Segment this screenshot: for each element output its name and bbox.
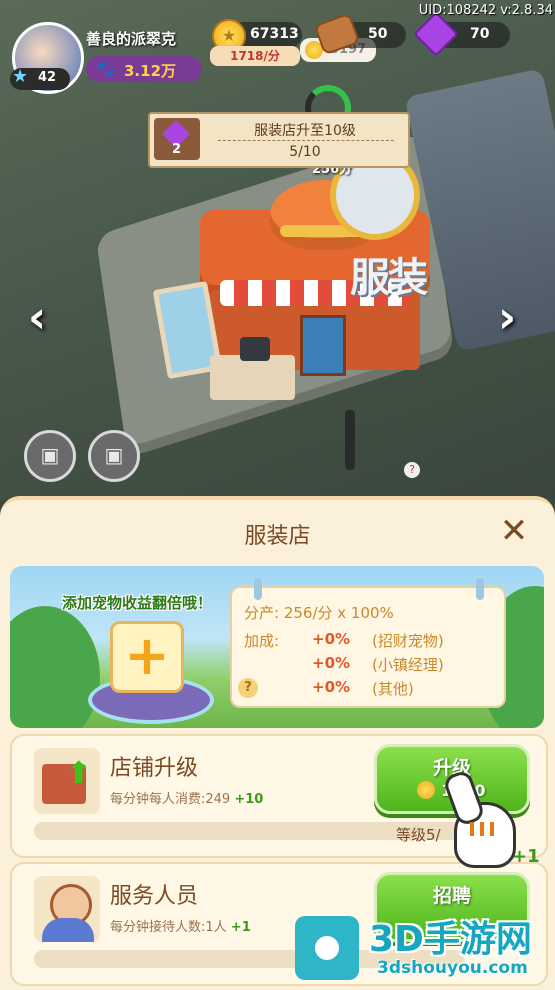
tutorial-hand-pointer — [441, 768, 518, 872]
output-info-card: 分产: 256/分 x 100% 加成: +0% (招财宠物) +0% (小镇经… — [230, 578, 506, 708]
staff-desc-text: 每分钟接待人数:1人 — [110, 920, 227, 935]
task-reward: 2 — [154, 118, 200, 160]
shop-door — [300, 315, 346, 376]
pet-banner-text: 添加宠物收益翻倍哦！ — [62, 594, 213, 612]
house-upgrade-icon: ⬆ — [42, 756, 91, 804]
bonus-pct: +0% — [312, 678, 351, 696]
bonus-label: 加成: — [244, 630, 279, 651]
staff-delta: +1 — [230, 920, 251, 935]
staff-title: 服务人员 — [110, 884, 199, 909]
bonus-label-text: 加成: — [244, 632, 280, 650]
panel-title: 服装店 — [244, 524, 311, 549]
bonus-row: +0% — [312, 678, 350, 696]
output-text: 分产: 256/分 x 100% — [244, 604, 394, 622]
bonus-name-text: (招财宠物) — [372, 632, 444, 650]
upgrade-title: 店铺升级 — [110, 756, 199, 781]
hill-left — [10, 606, 100, 728]
bonus-name-text: (其他) — [372, 680, 414, 698]
coins-value: 67313 — [250, 26, 299, 42]
task-reward-amount: 2 — [172, 142, 182, 157]
star-icon: ★ — [12, 66, 29, 87]
shop-level-text: 等级5/ — [396, 826, 441, 844]
add-pet-button[interactable]: + — [110, 621, 184, 693]
wood-value: 50 — [368, 26, 388, 42]
display-table — [210, 355, 295, 400]
upgrade-icon-box: ⬆ — [34, 748, 100, 814]
bonus-row: +0% — [312, 654, 350, 672]
bonus-pct: +0% — [312, 630, 351, 648]
top-hat-display — [240, 337, 270, 361]
pet-income-bar[interactable]: 🐾 3.12万 — [86, 56, 202, 82]
street-lamp — [345, 410, 355, 470]
camera-button-2[interactable]: ▣ — [88, 430, 140, 482]
arrow-up-icon: ⬆ — [66, 756, 92, 791]
watermark-url: 3dshouyou.com — [377, 958, 528, 978]
help-icon[interactable]: ? — [238, 678, 258, 698]
player-panel[interactable]: 善良的派翠克 🐾 3.12万 ★ 42 — [10, 20, 202, 94]
coin-icon — [417, 781, 435, 799]
staff-desc: 每分钟接待人数:1人 +1 — [110, 916, 251, 935]
hire-button-label: 招聘 — [432, 885, 471, 907]
output-line: 分产: 256/分 x 100% — [244, 602, 394, 623]
level-value: 42 — [38, 70, 57, 85]
camera-button[interactable]: ▣ — [24, 430, 76, 482]
gems-value: 70 — [470, 26, 490, 42]
tap-tick — [470, 822, 474, 836]
bonus-name: (其他) — [372, 678, 414, 699]
paw-icon: 🐾 — [96, 60, 115, 78]
info-pin-icon[interactable]: ? — [404, 462, 420, 478]
upgrade-desc-text: 每分钟每人消费:249 — [110, 792, 231, 807]
bonus-pct: +0% — [312, 654, 351, 672]
gems-counter[interactable]: 70 — [413, 11, 510, 57]
tap-tick — [490, 822, 494, 836]
coin-rate: 1718/分 — [210, 46, 300, 66]
task-title: 服装店升至10级 — [254, 123, 356, 139]
task-banner[interactable]: 2 服装店升至10级 5/10 — [148, 112, 410, 168]
player-name: 善良的派翠克 — [86, 30, 177, 48]
tap-tick — [480, 822, 484, 836]
upgrade-desc: 每分钟每人消费:249 +10 — [110, 788, 263, 807]
task-divider — [218, 140, 394, 141]
bonus-row: +0% — [312, 630, 350, 648]
close-icon[interactable]: ✕ — [496, 514, 532, 550]
shop-sign-text: 服装 — [350, 255, 428, 301]
pin-icon — [254, 578, 262, 600]
pet-banner: 添加宠物收益翻倍哦！ + 分产: 256/分 x 100% 加成: +0% (招… — [10, 566, 544, 728]
staff-icon-box — [34, 876, 100, 942]
hand-finger — [441, 768, 487, 828]
level-badge: ★ 42 — [10, 66, 70, 90]
bonus-name: (小镇经理) — [372, 654, 444, 675]
pin-icon — [476, 578, 484, 600]
upgrade-delta: +10 — [234, 792, 264, 807]
staff-body-icon — [42, 918, 94, 942]
bonus-name: (招财宠物) — [372, 630, 444, 651]
task-progress: 5/10 — [289, 144, 321, 160]
bonus-name-text: (小镇经理) — [372, 656, 444, 674]
uid-version-text: UID:108242 v:2.8.34 — [418, 3, 553, 18]
watermark-title: 3D手游网 — [369, 919, 532, 960]
chevron-right-icon[interactable]: › — [498, 292, 516, 343]
wood-counter[interactable]: 50 — [313, 12, 406, 56]
site-watermark: 3D手游网 3dshouyou.com — [295, 908, 555, 986]
pet-income-value: 3.12万 — [124, 62, 177, 80]
watermark-logo-icon — [295, 916, 359, 980]
coins-counter[interactable]: ★ 67313 — [212, 19, 302, 53]
chevron-left-icon[interactable]: ‹ — [28, 292, 46, 343]
